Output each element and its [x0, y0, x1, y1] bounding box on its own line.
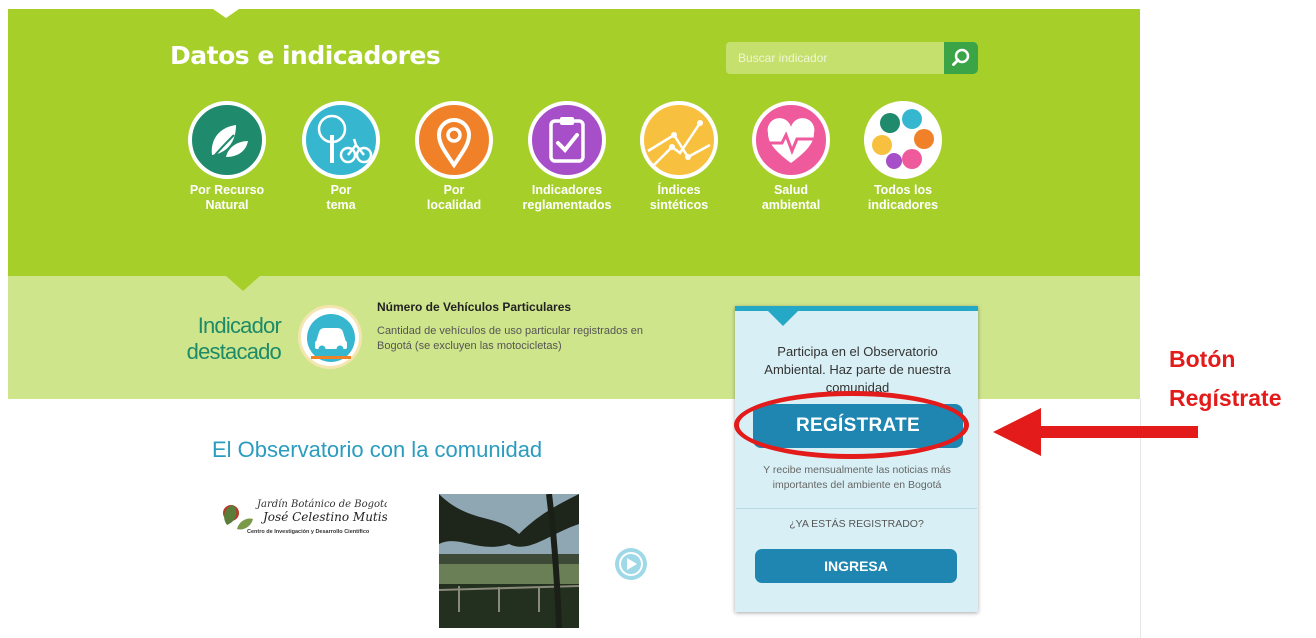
clipboard-check-icon	[528, 101, 606, 179]
tree-bike-icon	[302, 101, 380, 179]
search-input[interactable]	[726, 42, 946, 74]
category-salud-ambiental[interactable]: Salud ambiental	[733, 101, 849, 213]
login-button[interactable]: INGRESA	[755, 549, 957, 583]
category-label: Todos los indicadores	[867, 183, 939, 212]
category-por-tema[interactable]: Por tema	[283, 101, 399, 213]
heart-pulse-icon	[752, 101, 830, 179]
category-label: Índices sintéticos	[649, 183, 709, 212]
car-icon	[307, 314, 355, 362]
category-indicadores-reglamentados[interactable]: Indicadores reglamentados	[509, 101, 625, 213]
svg-text:Centro de Investigación y Desa: Centro de Investigación y Desarrollo Cie…	[247, 529, 370, 535]
featured-title: Indicador destacado	[181, 313, 282, 365]
featured-indicator-icon[interactable]	[298, 305, 362, 369]
category-por-localidad[interactable]: Por localidad	[396, 101, 512, 213]
panel-divider	[736, 508, 977, 509]
featured-indicator-description: Cantidad de vehículos de uso particular …	[377, 325, 643, 352]
band-notch	[226, 276, 260, 291]
annotation-line2: Regístrate	[1169, 385, 1282, 411]
colorful-blobs-icon	[864, 101, 942, 179]
already-registered-text: ¿YA ESTÁS REGISTRADO?	[789, 518, 924, 530]
svg-text:José Celestino Mutis: José Celestino Mutis	[260, 510, 387, 524]
graph-network-icon	[640, 101, 718, 179]
register-subtext: Y recibe mensualmente las noticias más i…	[763, 464, 951, 491]
featured-title-line2: destacado	[186, 339, 282, 364]
search-bar	[726, 42, 978, 74]
search-button[interactable]	[944, 42, 978, 74]
community-title: El Observatorio con la comunidad	[212, 437, 543, 462]
location-pin-icon	[415, 101, 493, 179]
category-label: Salud ambiental	[761, 183, 821, 212]
play-button[interactable]	[615, 548, 647, 580]
svg-text:Jardín Botánico de Bogotá: Jardín Botánico de Bogotá	[255, 499, 387, 510]
category-label: Por Recurso Natural	[189, 183, 265, 212]
community-photo[interactable]	[439, 494, 579, 628]
register-intro: Participa en el Observatorio Ambiental. …	[764, 344, 951, 395]
category-label: Por localidad	[426, 183, 482, 212]
category-indices-sinteticos[interactable]: Índices sintéticos	[621, 101, 737, 213]
featured-title-line1: Indicador	[197, 313, 282, 338]
annotation-line1: Botón	[1169, 346, 1236, 372]
register-button[interactable]: REGÍSTRATE	[753, 404, 963, 448]
top-notch	[213, 9, 239, 18]
section-title: Datos e indicadores	[170, 41, 441, 70]
play-icon	[627, 558, 637, 570]
panel-notch	[768, 311, 798, 326]
jardin-botanico-logo[interactable]: Jardín Botánico de Bogotá José Celestino…	[217, 493, 390, 539]
category-todos-los-indicadores[interactable]: Todos los indicadores	[845, 101, 961, 213]
search-icon	[952, 48, 970, 66]
featured-indicator-name[interactable]: Número de Vehículos Particulares	[377, 300, 571, 314]
category-label: Indicadores reglamentados	[522, 183, 612, 212]
category-label: Por tema	[326, 183, 356, 212]
leaves-icon	[188, 101, 266, 179]
annotation-arrow-icon	[993, 408, 1198, 456]
category-por-recurso-natural[interactable]: Por Recurso Natural	[169, 101, 285, 213]
page: Datos e indicadores Por Recurso Natural	[0, 0, 1316, 638]
annotation-label: Botón Regístrate	[1169, 340, 1281, 418]
